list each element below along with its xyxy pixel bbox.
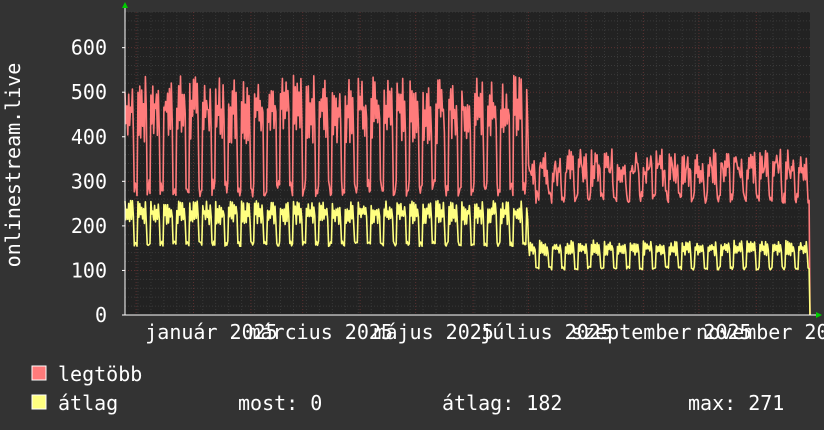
y-tick-label: 0 xyxy=(95,303,107,327)
y-tick-label: 500 xyxy=(71,80,107,104)
y-tick-label: 200 xyxy=(71,214,107,238)
legend-label-max: legtöbb xyxy=(58,362,142,386)
x-tick-label: május 2025 xyxy=(373,320,493,344)
y-tick-label: 400 xyxy=(71,125,107,149)
y-axis-label: onlinestream.live xyxy=(1,63,25,268)
stat-current: most: 0 xyxy=(238,391,322,415)
chart-container: 0 100 200 300 400 500 600 január 2025 március 2… xyxy=(0,0,824,430)
chart-svg: 0 100 200 300 400 500 600 január 2025március 2… xyxy=(0,0,824,430)
legend-swatch-max xyxy=(31,365,47,381)
stat-average: átlag: 182 xyxy=(442,391,562,415)
legend-label-avg: átlag xyxy=(58,391,118,415)
y-tick-label: 600 xyxy=(71,36,107,60)
x-tick-labels: január 2025március 2025május 2025július … xyxy=(145,320,824,344)
y-tick-label: 100 xyxy=(71,258,107,282)
x-tick-label: március 2025 xyxy=(248,320,393,344)
stat-maximum: max: 271 xyxy=(688,391,784,415)
legend-swatch-avg xyxy=(31,394,47,410)
y-tick-label: 300 xyxy=(71,169,107,193)
x-tick-label: november 2025 xyxy=(696,320,824,344)
